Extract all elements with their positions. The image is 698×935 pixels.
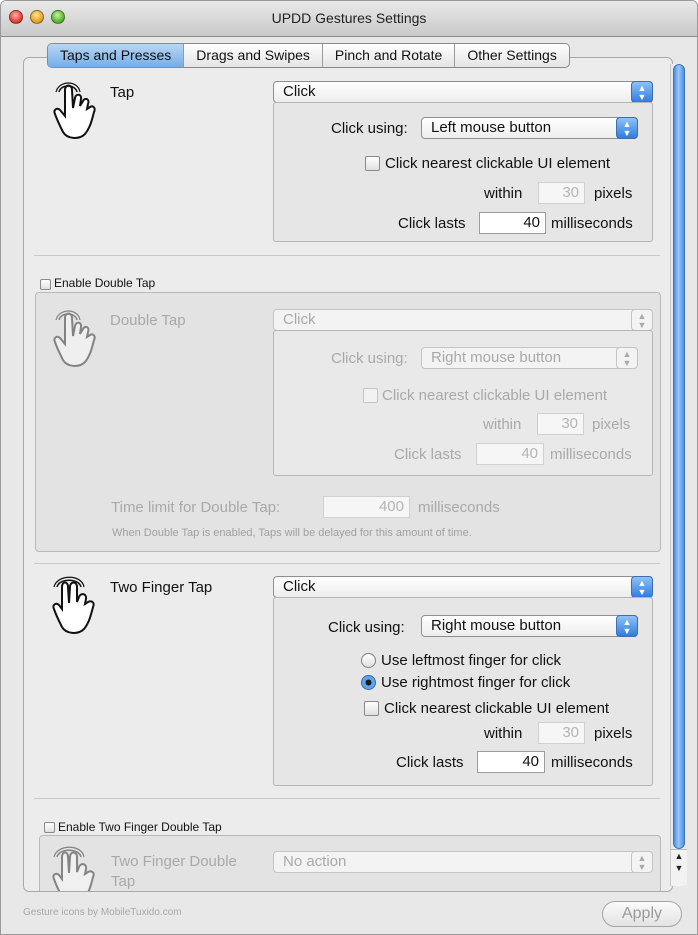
double-tap-ms-label: milliseconds (550, 446, 632, 463)
double-tap-action-select[interactable]: Click ▲ ▼ (273, 309, 653, 331)
two-finger-double-tap-action-select[interactable]: No action ▲ ▼ (273, 851, 653, 873)
tab-pinch-and-rotate[interactable]: Pinch and Rotate (323, 44, 456, 67)
tap-within-field[interactable]: 30 (538, 182, 585, 204)
tap-within-label: within (484, 185, 523, 202)
double-tap-nearest-checkbox[interactable] (363, 388, 378, 403)
double-tap-lasts-field[interactable]: 40 (476, 443, 544, 465)
rightmost-finger-label: Use rightmost finger for click (381, 674, 571, 691)
double-tap-lasts-label: Click lasts (394, 446, 462, 463)
two-finger-tap-click-using-select[interactable]: Right mouse button ▲ ▼ (421, 615, 638, 637)
scroll-down-icon[interactable]: ▼ (671, 862, 687, 874)
two-finger-pixels-label: pixels (594, 725, 633, 742)
chevron-updown-icon: ▲ ▼ (616, 347, 638, 369)
chevron-updown-icon: ▲ ▼ (631, 309, 653, 331)
tap-click-using-select[interactable]: Left mouse button ▲ ▼ (421, 117, 638, 139)
leftmost-finger-label: Use leftmost finger for click (381, 652, 562, 669)
two-finger-tap-click-using-label: Click using: (328, 619, 405, 636)
double-tap-nearest-label: Click nearest clickable UI element (382, 387, 608, 404)
tap-ms-label: milliseconds (551, 215, 633, 232)
enable-two-finger-double-tap-label: Enable Two Finger Double Tap (58, 820, 222, 834)
tap-action-value: Click (283, 83, 316, 100)
enable-two-finger-double-tap-checkbox[interactable] (44, 822, 55, 833)
double-tap-click-using-label: Click using: (331, 350, 408, 367)
two-finger-nearest-checkbox[interactable] (364, 701, 379, 716)
chevron-updown-icon: ▲ ▼ (616, 117, 638, 139)
chevron-updown-icon: ▲ ▼ (616, 615, 638, 637)
tap-label: Tap (110, 84, 135, 101)
two-finger-tap-click-using-value: Right mouse button (431, 617, 562, 634)
double-tap-time-limit-label: Time limit for Double Tap: (111, 499, 281, 516)
two-finger-tap-label: Two Finger Tap (110, 579, 213, 596)
tab-other-settings[interactable]: Other Settings (455, 44, 569, 67)
enable-double-tap-checkbox[interactable] (40, 279, 51, 290)
chevron-updown-icon: ▲ ▼ (631, 851, 653, 873)
two-finger-double-tap-label-line1: Two Finger Double (111, 853, 237, 870)
double-tap-click-using-select[interactable]: Right mouse button ▲ ▼ (421, 347, 638, 369)
two-finger-double-tap-gesture-icon (52, 846, 95, 891)
tab-taps-and-presses[interactable]: Taps and Presses (48, 44, 185, 67)
two-finger-within-field[interactable]: 30 (538, 722, 585, 744)
two-finger-nearest-label: Click nearest clickable UI element (384, 700, 610, 717)
two-finger-tap-action-select[interactable]: Click ▲ ▼ (273, 576, 653, 598)
tab-content-panel: Tap Click ▲ ▼ Click using: Left mouse but… (23, 57, 673, 892)
two-finger-ms-label: milliseconds (551, 754, 633, 771)
scroll-up-icon[interactable]: ▲ (671, 850, 687, 862)
tap-nearest-checkbox[interactable] (365, 156, 380, 171)
tab-bar: Taps and Presses Drags and Swipes Pinch … (47, 43, 570, 68)
tap-click-using-label: Click using: (331, 120, 408, 137)
two-finger-tap-action-value: Click (283, 578, 316, 595)
rightmost-finger-radio[interactable] (361, 675, 376, 690)
tap-nearest-label: Click nearest clickable UI element (385, 155, 611, 172)
settings-window: UPDD Gestures Settings Tap Click ▲ ▼ Clic… (0, 0, 698, 935)
separator (34, 255, 660, 256)
double-tap-time-limit-field[interactable]: 400 (323, 496, 410, 518)
double-tap-label: Double Tap (110, 312, 186, 329)
window-title: UPDD Gestures Settings (271, 10, 427, 26)
two-finger-lasts-label: Click lasts (396, 754, 464, 771)
leftmost-finger-radio[interactable] (361, 653, 376, 668)
two-finger-tap-gesture-icon (52, 576, 95, 634)
two-finger-within-label: within (484, 725, 523, 742)
double-tap-pixels-label: pixels (592, 416, 631, 433)
chevron-updown-icon: ▲ ▼ (631, 576, 653, 598)
tap-gesture-icon (53, 82, 96, 139)
separator (34, 798, 660, 799)
tap-pixels-label: pixels (594, 185, 633, 202)
double-tap-gesture-icon (53, 310, 96, 367)
scroll-content: Tap Click ▲ ▼ Click using: Left mouse but… (24, 58, 672, 891)
tap-lasts-field[interactable]: 40 (479, 212, 546, 234)
double-tap-within-field[interactable]: 30 (537, 413, 584, 435)
scroll-arrows[interactable]: ▲ ▼ (671, 849, 687, 885)
double-tap-time-limit-unit: milliseconds (418, 499, 500, 516)
chevron-updown-icon: ▲ ▼ (631, 81, 653, 103)
two-finger-double-tap-action-value: No action (283, 853, 347, 870)
tab-drags-and-swipes[interactable]: Drags and Swipes (184, 44, 323, 67)
double-tap-click-using-value: Right mouse button (431, 349, 562, 366)
double-tap-note: When Double Tap is enabled, Taps will be… (112, 527, 472, 539)
two-finger-double-tap-label-line2: Tap (111, 873, 136, 890)
icon-credit: Gesture icons by MobileTuxido.com (23, 907, 182, 918)
title-bar[interactable]: UPDD Gestures Settings (1, 1, 697, 37)
apply-button[interactable]: Apply (602, 901, 682, 927)
enable-double-tap-label: Enable Double Tap (54, 276, 156, 290)
scrollbar-thumb[interactable] (673, 64, 685, 849)
two-finger-lasts-field[interactable]: 40 (477, 751, 545, 773)
vertical-scrollbar[interactable]: ▲ ▼ (670, 64, 687, 886)
double-tap-within-label: within (483, 416, 522, 433)
tap-lasts-label: Click lasts (398, 215, 466, 232)
tap-action-select[interactable]: Click ▲ ▼ (273, 81, 653, 103)
double-tap-action-value: Click (283, 311, 316, 328)
tap-click-using-value: Left mouse button (431, 119, 552, 136)
separator (34, 563, 660, 564)
